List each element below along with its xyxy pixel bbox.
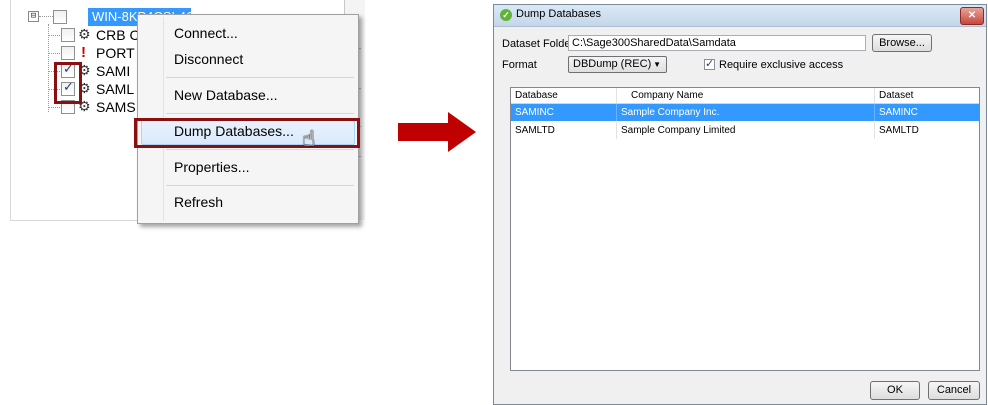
tree-connector [48, 35, 62, 36]
context-menu: Connect... Disconnect New Database... Du… [134, 14, 360, 224]
menu-item-connect[interactable]: Connect... [174, 23, 238, 43]
cancel-button-label: Cancel [936, 384, 972, 396]
tree-connector [48, 107, 62, 108]
menu-separator [166, 113, 354, 114]
dialog-title: Dump Databases [516, 8, 601, 20]
sage-app-icon: ✓ [500, 9, 512, 21]
collapse-icon[interactable]: ⊟ [28, 11, 39, 22]
table-row[interactable]: SAMINC Sample Company Inc. SAMINC [511, 104, 979, 121]
dataset-folder-label: Dataset Folder [502, 38, 575, 50]
tree-connector [39, 16, 53, 17]
browse-button[interactable]: Browse... [872, 34, 932, 52]
tree-node-label: SAML [96, 81, 135, 97]
browse-button-label: Browse... [879, 37, 925, 49]
dialog-titlebar[interactable]: ✓ Dump Databases ✕ [494, 5, 986, 27]
require-exclusive-access-checkbox[interactable] [704, 57, 715, 70]
menu-item-refresh[interactable]: Refresh [174, 192, 223, 212]
cell-dataset: SAMINC [875, 104, 979, 121]
cell-database: SAMINC [511, 104, 617, 121]
column-header-dataset[interactable]: Dataset [875, 88, 979, 103]
tree-node-label: CRB C [96, 27, 140, 43]
menu-item-properties[interactable]: Properties... [174, 157, 249, 177]
menu-separator [166, 77, 354, 78]
mouse-pointer-icon: ☝ [302, 127, 316, 152]
menu-item-dump-databases[interactable]: Dump Databases... [174, 121, 294, 141]
dropdown-arrow-icon: ▼ [653, 60, 661, 69]
cell-company-name: Sample Company Limited [617, 122, 875, 139]
format-label: Format [502, 59, 537, 71]
table-row[interactable]: SAMLTD Sample Company Limited SAMLTD [511, 122, 979, 139]
format-select[interactable]: DBDump (REC) ▼ [568, 56, 667, 73]
cancel-button[interactable]: Cancel [928, 381, 980, 400]
close-button[interactable]: ✕ [960, 7, 984, 25]
ok-button-label: OK [887, 384, 903, 396]
dataset-folder-input[interactable]: C:\Sage300SharedData\Samdata [568, 35, 866, 51]
crb-checkbox[interactable] [61, 28, 75, 42]
tree-node-label: SAMI [96, 63, 131, 79]
cell-company-name: Sample Company Inc. [617, 104, 875, 121]
tree-connector [48, 53, 62, 54]
menu-item-disconnect[interactable]: Disconnect [174, 49, 243, 69]
cell-database: SAMLTD [511, 122, 617, 139]
database-list-grid: Database Company Name Dataset SAMINC Sam… [510, 87, 980, 371]
root-checkbox[interactable] [53, 10, 67, 24]
format-select-value: DBDump (REC) [573, 58, 652, 70]
cell-dataset: SAMLTD [875, 122, 979, 139]
tree-node-label: SAMS [96, 99, 136, 115]
port-checkbox[interactable] [61, 46, 75, 60]
grid-header: Database Company Name Dataset [511, 88, 979, 104]
dump-databases-dialog: ✓ Dump Databases ✕ Dataset Folder C:\Sag… [493, 4, 987, 405]
menu-separator [166, 185, 354, 186]
menu-separator [166, 149, 354, 150]
require-exclusive-access-label: Require exclusive access [719, 59, 844, 71]
menu-item-new-database[interactable]: New Database... [174, 85, 278, 105]
checkbox-highlight-outline [54, 62, 82, 104]
column-header-company-name[interactable]: Company Name [617, 88, 875, 103]
right-arrow-icon [398, 112, 476, 152]
warning-icon: ! [81, 44, 86, 61]
column-header-database[interactable]: Database [511, 88, 617, 103]
ok-button[interactable]: OK [870, 381, 920, 400]
tree-node-label: PORT [96, 45, 135, 61]
gear-icon: ⚙ [78, 27, 91, 43]
